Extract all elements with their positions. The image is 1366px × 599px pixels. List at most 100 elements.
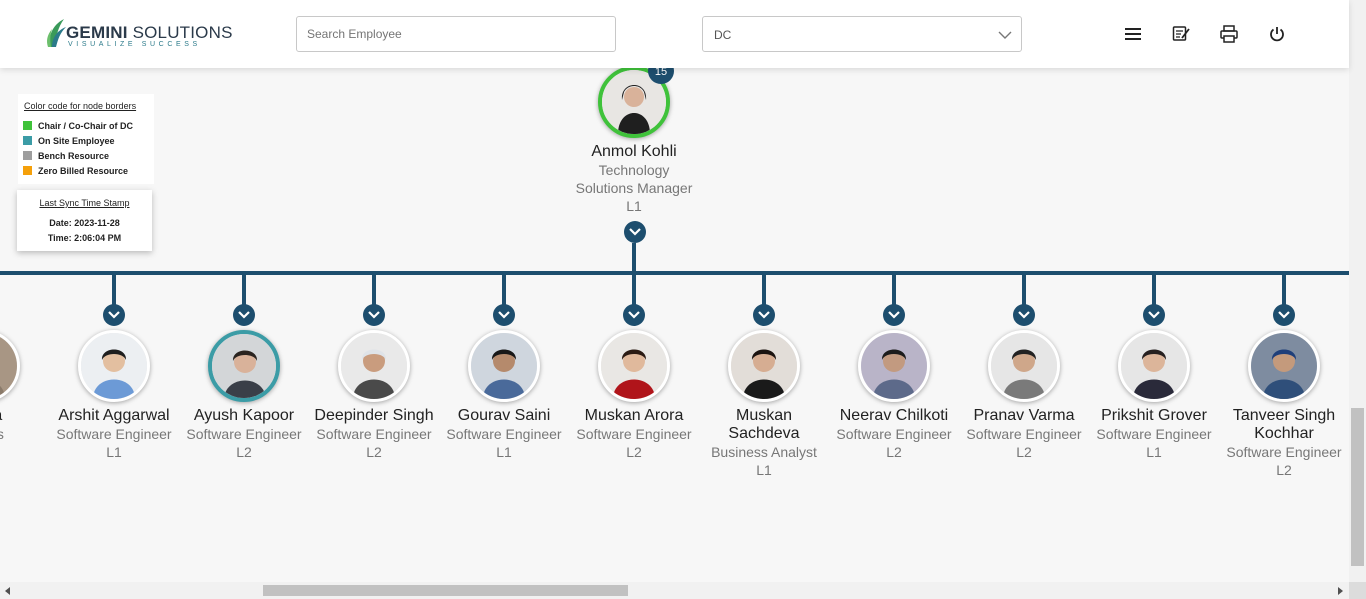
employee-level: L1 [756,462,772,478]
avatar [78,330,150,402]
connector-line [632,273,636,307]
avatar [468,330,540,402]
expand-toggle[interactable] [623,304,645,326]
chevron-down-icon [498,311,510,319]
employee-name: arma [0,407,49,425]
scroll-right-icon[interactable] [1338,587,1343,595]
legend-swatch [23,166,32,175]
employee-name: Prikshit Grover [1101,407,1207,424]
root-name: Anmol Kohli [591,143,677,160]
menu-icon[interactable] [1123,24,1143,44]
connector-line [1282,273,1286,307]
employee-level: L1 [496,444,512,460]
sync-title: Last Sync Time Stamp [39,198,130,208]
root-title-line2: Solutions Manager [575,180,693,196]
employee-name: Arshit Aggarwal [58,407,170,424]
chevron-down-icon [1018,311,1030,319]
avatar [598,330,670,402]
employee-level: L2 [366,444,382,460]
employee-title: Software Engineer [316,426,432,442]
employee-level: L2 [626,444,642,460]
employee-node[interactable]: Muskan Arora Software Engineer L2 [569,330,699,461]
power-icon[interactable] [1267,24,1287,44]
legend-item-bench: Bench Resource [23,151,109,161]
employee-name: Muskan Arora [584,407,684,424]
legend-swatch [23,151,32,160]
collapse-toggle[interactable] [624,221,646,243]
avatar [1118,330,1190,402]
horizontal-scrollbar[interactable] [0,582,1349,599]
sync-timestamp-panel: Last Sync Time Stamp Date: 2023-11-28 Ti… [17,190,152,251]
avatar [208,330,280,402]
vertical-scrollbar-thumb[interactable] [1351,408,1364,566]
horizontal-scrollbar-thumb[interactable] [263,585,628,596]
employee-title: Software Engineer [446,426,562,442]
notes-icon[interactable] [1171,24,1191,44]
connector-line [892,273,896,307]
expand-toggle[interactable] [233,304,255,326]
chevron-down-icon [998,31,1012,39]
avatar [988,330,1060,402]
employee-name: Neerav Chilkoti [839,407,949,424]
department-select[interactable]: DC [702,16,1022,52]
connector-line [372,273,376,307]
chevron-down-icon [238,311,250,319]
expand-toggle[interactable] [883,304,905,326]
sync-time: Time: 2:06:04 PM [47,233,122,243]
chevron-down-icon [758,311,770,319]
connector-line [632,243,636,273]
employee-name: Ayush Kapoor [193,407,295,424]
connector-line [1152,273,1156,307]
expand-toggle[interactable] [103,304,125,326]
legend-item-onsite: On Site Employee [23,136,115,146]
avatar [728,330,800,402]
employee-node[interactable]: Neerav Chilkoti Software Engineer L2 [829,330,959,461]
employee-title: Software Engineer [966,426,1082,442]
connector-line [0,271,1349,275]
expand-toggle[interactable] [1143,304,1165,326]
chevron-down-icon [888,311,900,319]
expand-toggle[interactable] [493,304,515,326]
legend-swatch [23,136,32,145]
expand-toggle[interactable] [1013,304,1035,326]
expand-toggle[interactable] [1273,304,1295,326]
gemini-solutions-logo[interactable]: GEMINI SOLUTIONS VISUALIZE SUCCESS [46,17,232,51]
expand-toggle[interactable] [753,304,775,326]
employee-title: Business Analyst [711,444,817,460]
connector-line [502,273,506,307]
connector-line [1022,273,1026,307]
employee-name: Pranav Varma [973,407,1075,424]
avatar [1248,330,1320,402]
legend-item-chair: Chair / Co-Chair of DC [23,121,133,131]
chevron-down-icon [108,311,120,319]
search-employee-input[interactable] [296,16,616,52]
employee-node[interactable]: Pranav Varma Software Engineer L2 [959,330,1089,461]
expand-toggle[interactable] [363,304,385,326]
scroll-left-icon[interactable] [5,587,10,595]
chevron-down-icon [1148,311,1160,319]
avatar [338,330,410,402]
employee-node[interactable]: Prikshit Grover Software Engineer L1 [1089,330,1219,461]
connector-line [762,273,766,307]
scrollbar-corner [1349,582,1366,599]
legend-panel: Color code for node borders Chair / Co-C… [18,94,154,184]
legend-swatch [23,121,32,130]
chevron-down-icon [368,311,380,319]
employee-level: L1 [0,443,49,461]
employee-node[interactable]: Tanveer Singh Kochhar Software Engineer L2 [1219,330,1349,479]
avatar [858,330,930,402]
logo-tagline: VISUALIZE SUCCESS [68,41,201,48]
employee-node[interactable]: Arshit Aggarwal Software Engineer L1 [49,330,179,461]
employee-node[interactable]: Ayush Kapoor Software Engineer L2 [179,330,309,461]
employee-level: L2 [1276,462,1292,478]
app-header: GEMINI SOLUTIONS VISUALIZE SUCCESS DC [0,0,1349,68]
chevron-down-icon [629,228,641,236]
employee-node[interactable]: Deepinder Singh Software Engineer L2 [309,330,439,461]
employee-title: Software Engineer [1226,444,1342,460]
employee-node[interactable]: Muskan Sachdeva Business Analyst L1 [699,330,829,479]
chevron-down-icon [1278,311,1290,319]
employee-node[interactable]: Gourav Saini Software Engineer L1 [439,330,569,461]
root-node[interactable]: Anmol Kohli Technology Solutions Manager… [570,66,698,215]
print-icon[interactable] [1219,24,1239,44]
employee-node[interactable]: armasinessL1 [0,330,49,461]
